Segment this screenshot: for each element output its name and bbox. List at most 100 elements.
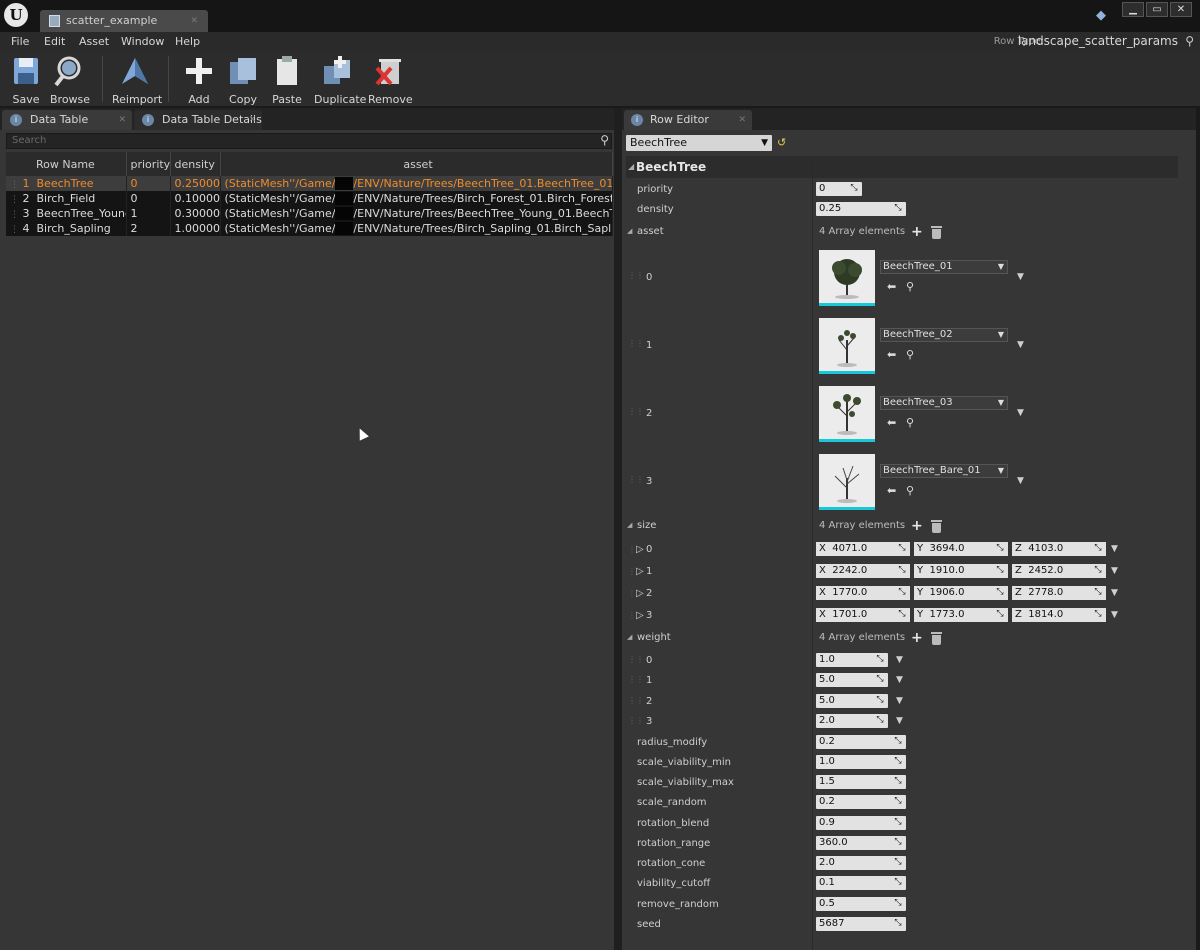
element-menu-chevron-icon[interactable]: ▼ bbox=[1111, 566, 1118, 576]
menu-help[interactable]: Help bbox=[175, 35, 200, 48]
table-row[interactable]: ⋮ 1 BeechTree 0 0.250000 (StaticMesh''/G… bbox=[6, 176, 613, 191]
row-section-header[interactable]: ◢ BeechTree bbox=[626, 156, 1178, 178]
use-selected-arrow-icon[interactable]: ⬅ bbox=[887, 280, 896, 293]
tab-data-table-details[interactable]: i Data Table Details ✕ bbox=[134, 110, 262, 130]
drag-handle-icon[interactable]: ⋮⋮ bbox=[628, 271, 644, 280]
add-button[interactable]: Add bbox=[182, 54, 216, 106]
element-menu-chevron-icon[interactable]: ▼ bbox=[1017, 340, 1024, 350]
spin-arrows-icon[interactable]: ⤡ bbox=[893, 203, 903, 213]
close-icon[interactable]: ✕ bbox=[190, 10, 198, 32]
maximize-button[interactable]: ▭ bbox=[1146, 2, 1168, 17]
spin-arrows-icon[interactable]: ⤡ bbox=[893, 776, 903, 786]
menu-file[interactable]: File bbox=[11, 35, 29, 48]
close-icon[interactable]: ✕ bbox=[738, 110, 746, 130]
menu-edit[interactable]: Edit bbox=[44, 35, 65, 48]
column-header-density[interactable]: density bbox=[170, 152, 221, 176]
param-input[interactable]: 360.0 ⤡ bbox=[816, 836, 906, 850]
size-y-input[interactable]: Y 1910.0 ⤡ bbox=[914, 564, 1008, 578]
spin-arrows-icon[interactable]: ⤡ bbox=[897, 609, 907, 619]
param-input[interactable]: 0.2 ⤡ bbox=[816, 795, 906, 809]
spin-arrows-icon[interactable]: ⤡ bbox=[893, 857, 903, 867]
drag-handle-icon[interactable]: ⋮⋮ bbox=[628, 339, 644, 348]
collapse-triangle-icon[interactable]: ◢ bbox=[627, 633, 632, 641]
column-header-asset[interactable]: asset bbox=[220, 152, 613, 176]
document-tab[interactable]: scatter_example ✕ bbox=[40, 10, 208, 32]
column-header-priority[interactable]: priority bbox=[126, 152, 171, 176]
spin-arrows-icon[interactable]: ⤡ bbox=[875, 695, 885, 705]
duplicate-button[interactable]: Duplicate bbox=[314, 54, 366, 106]
trash-icon[interactable] bbox=[931, 632, 942, 645]
param-input[interactable]: 0.5 ⤡ bbox=[816, 897, 906, 911]
menu-asset[interactable]: Asset bbox=[79, 35, 109, 48]
spin-arrows-icon[interactable]: ⤡ bbox=[1093, 609, 1103, 619]
row-select-dropdown[interactable]: BeechTree ▼ bbox=[626, 135, 772, 151]
spin-arrows-icon[interactable]: ⤡ bbox=[893, 817, 903, 827]
element-menu-chevron-icon[interactable]: ▼ bbox=[1017, 272, 1024, 282]
element-menu-chevron-icon[interactable]: ▼ bbox=[896, 716, 903, 726]
spin-arrows-icon[interactable]: ⤡ bbox=[995, 609, 1005, 619]
weight-input[interactable]: 2.0 ⤡ bbox=[816, 714, 888, 728]
priority-input[interactable]: 0 ⤡ bbox=[816, 182, 862, 196]
spin-arrows-icon[interactable]: ⤡ bbox=[1093, 587, 1103, 597]
reset-arrow-icon[interactable]: ↺ bbox=[777, 136, 786, 149]
spin-arrows-icon[interactable]: ⤡ bbox=[893, 898, 903, 908]
spin-arrows-icon[interactable]: ⤡ bbox=[893, 736, 903, 746]
minimize-button[interactable]: ▁ bbox=[1122, 2, 1144, 17]
column-splitter[interactable] bbox=[812, 156, 813, 950]
size-array-label[interactable]: ◢ size bbox=[627, 520, 656, 531]
weight-input[interactable]: 1.0 ⤡ bbox=[816, 653, 888, 667]
copy-button[interactable]: Copy bbox=[226, 54, 260, 106]
weight-input[interactable]: 5.0 ⤡ bbox=[816, 694, 888, 708]
size-y-input[interactable]: Y 3694.0 ⤡ bbox=[914, 542, 1008, 556]
browse-magnifier-icon[interactable]: ⚲ bbox=[906, 280, 914, 293]
add-element-icon[interactable]: + bbox=[911, 225, 923, 239]
asset-array-label[interactable]: ◢ asset bbox=[627, 226, 664, 237]
menu-window[interactable]: Window bbox=[121, 35, 164, 48]
spin-arrows-icon[interactable]: ⤡ bbox=[893, 918, 903, 928]
drag-handle[interactable]: ⋮ bbox=[10, 225, 19, 235]
asset-thumbnail[interactable] bbox=[819, 318, 875, 374]
param-input[interactable]: 0.1 ⤡ bbox=[816, 876, 906, 890]
element-menu-chevron-icon[interactable]: ▼ bbox=[896, 655, 903, 665]
param-input[interactable]: 5687 ⤡ bbox=[816, 917, 906, 931]
drag-handle-icon[interactable]: ⋮⋮ bbox=[628, 407, 644, 416]
drag-handle-icon[interactable]: ⋮⋮ bbox=[628, 696, 644, 705]
spin-arrows-icon[interactable]: ⤡ bbox=[1093, 565, 1103, 575]
asset-thumbnail[interactable] bbox=[819, 250, 875, 306]
expand-triangle-icon[interactable]: ▷ bbox=[636, 566, 644, 577]
spin-arrows-icon[interactable]: ⤡ bbox=[893, 756, 903, 766]
element-menu-chevron-icon[interactable]: ▼ bbox=[896, 696, 903, 706]
spin-arrows-icon[interactable]: ⤡ bbox=[875, 715, 885, 725]
asset-thumbnail[interactable] bbox=[819, 386, 875, 442]
panel-splitter[interactable] bbox=[614, 108, 622, 950]
element-menu-chevron-icon[interactable]: ▼ bbox=[1111, 544, 1118, 554]
size-x-input[interactable]: X 1701.0 ⤡ bbox=[816, 608, 910, 622]
spin-arrows-icon[interactable]: ⤡ bbox=[893, 877, 903, 887]
remove-button[interactable]: Remove bbox=[368, 54, 413, 106]
size-x-input[interactable]: X 1770.0 ⤡ bbox=[816, 586, 910, 600]
drag-handle-icon[interactable]: ⋮⋮ bbox=[628, 716, 644, 725]
element-menu-chevron-icon[interactable]: ▼ bbox=[1111, 610, 1118, 620]
asset-picker-combo[interactable]: BeechTree_02 ▼ bbox=[880, 328, 1008, 342]
element-menu-chevron-icon[interactable]: ▼ bbox=[1017, 476, 1024, 486]
spin-arrows-icon[interactable]: ⤡ bbox=[1093, 543, 1103, 553]
save-button[interactable]: Save bbox=[8, 54, 44, 106]
size-z-input[interactable]: Z 4103.0 ⤡ bbox=[1012, 542, 1106, 556]
close-icon[interactable]: ✕ bbox=[248, 110, 256, 130]
browse-magnifier-icon[interactable]: ⚲ bbox=[906, 484, 914, 497]
asset-picker-combo[interactable]: BeechTree_01 ▼ bbox=[880, 260, 1008, 274]
graduation-cap-icon[interactable]: ◆ bbox=[1096, 8, 1112, 23]
tab-data-table[interactable]: i Data Table ✕ bbox=[2, 110, 132, 130]
trash-icon[interactable] bbox=[931, 226, 942, 239]
drag-handle-icon[interactable]: ⋮⋮ bbox=[628, 475, 644, 484]
density-input[interactable]: 0.25 ⤡ bbox=[816, 202, 906, 216]
param-input[interactable]: 1.0 ⤡ bbox=[816, 755, 906, 769]
size-y-input[interactable]: Y 1906.0 ⤡ bbox=[914, 586, 1008, 600]
search-icon[interactable]: ⚲ bbox=[1185, 34, 1194, 48]
size-x-input[interactable]: X 4071.0 ⤡ bbox=[816, 542, 910, 556]
asset-picker-combo[interactable]: BeechTree_Bare_01 ▼ bbox=[880, 464, 1008, 478]
table-row[interactable]: ⋮ 4 Birch_Sapling 2 1.000000 (StaticMesh… bbox=[6, 221, 613, 236]
drag-handle-icon[interactable]: ⋮⋮ bbox=[628, 675, 644, 684]
reimport-button[interactable]: Reimport bbox=[112, 54, 162, 106]
drag-handle[interactable]: ⋮ bbox=[10, 180, 19, 190]
